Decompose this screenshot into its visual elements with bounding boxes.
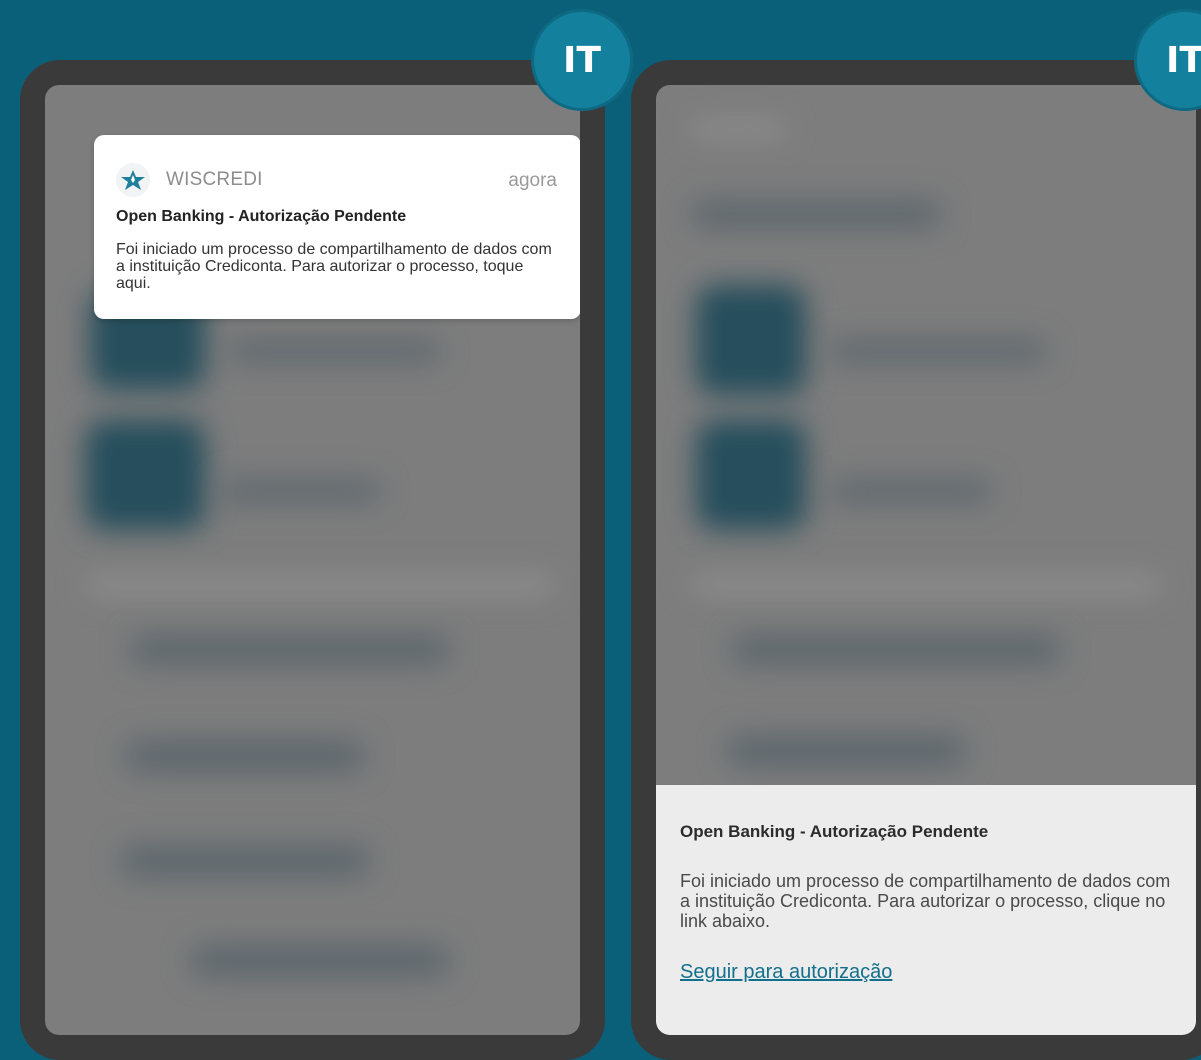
blurred-tile	[696, 285, 806, 395]
push-notification[interactable]: WISCREDI agora Open Banking - Autorizaçã…	[94, 135, 580, 319]
blurred-divider	[691, 575, 1161, 595]
right-phone: Open Banking - Autorização Pendente Foi …	[631, 60, 1201, 1060]
left-phone: WISCREDI agora Open Banking - Autorizaçã…	[20, 60, 605, 1060]
sheet-body: Foi iniciado um processo de compartilham…	[680, 871, 1171, 931]
blurred-bar	[691, 200, 941, 228]
blurred-bar	[831, 340, 1046, 362]
blurred-bar	[130, 635, 450, 665]
blurred-bar	[831, 480, 991, 502]
blurred-tile	[85, 420, 205, 530]
blurred-bar	[125, 740, 365, 772]
wiscredi-logo-icon	[116, 163, 150, 197]
sheet-title: Open Banking - Autorização Pendente	[680, 822, 989, 841]
blurred-divider	[85, 575, 555, 595]
blurred-bar	[230, 340, 440, 362]
blurred-bar	[726, 735, 966, 767]
notification-title: Open Banking - Autorização Pendente	[116, 208, 407, 225]
right-phone-screen: Open Banking - Autorização Pendente Foi …	[656, 85, 1196, 1035]
it-badge-left: IT	[534, 12, 630, 108]
blurred-bar	[220, 480, 380, 502]
blurred-bar	[120, 845, 370, 877]
authorization-sheet: Open Banking - Autorização Pendente Foi …	[656, 785, 1196, 1035]
blurred-bar	[691, 120, 786, 138]
blurred-bar	[190, 945, 450, 977]
authorization-link[interactable]: Seguir para autorização	[680, 961, 892, 984]
notification-time: agora	[508, 170, 557, 191]
left-phone-screen: WISCREDI agora Open Banking - Autorizaçã…	[45, 85, 580, 1035]
blurred-bar	[731, 635, 1061, 665]
blurred-tile	[696, 420, 806, 530]
notification-app-name: WISCREDI	[166, 169, 263, 190]
notification-body: Foi iniciado um processo de compartilham…	[116, 241, 552, 292]
